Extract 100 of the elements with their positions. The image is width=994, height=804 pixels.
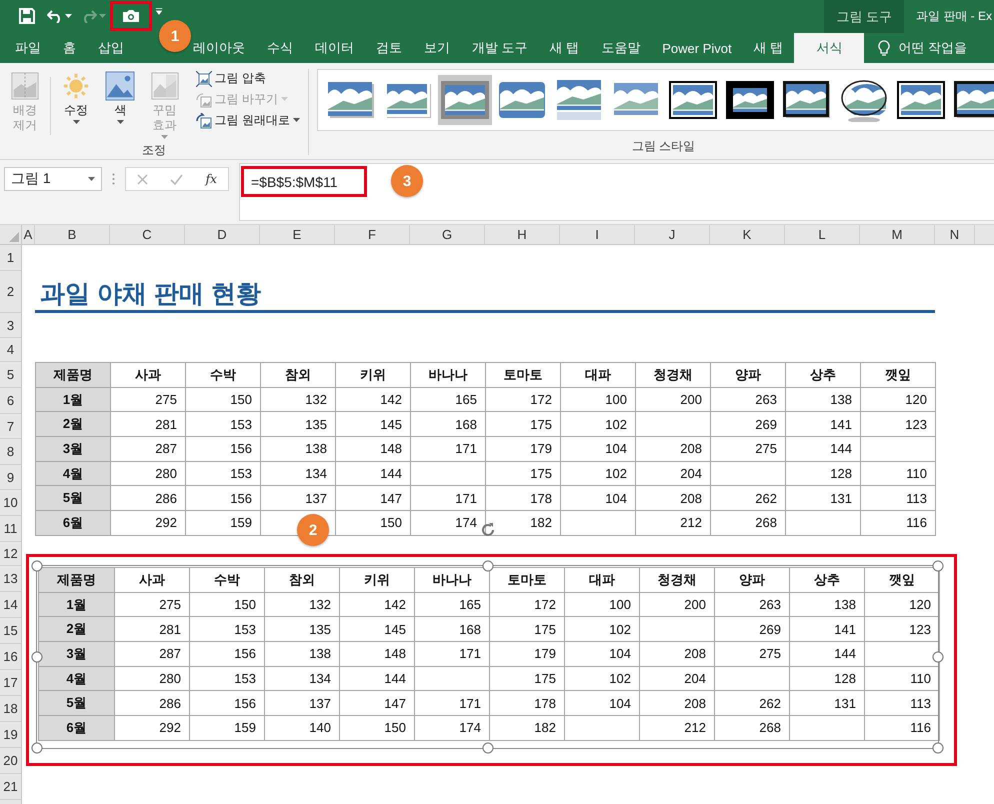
table-cell: 102 — [564, 666, 640, 691]
row-label-cell: 1월 — [36, 387, 110, 412]
column-header[interactable]: N — [935, 225, 975, 244]
name-box[interactable]: 그림 1 — [4, 167, 102, 191]
column-header[interactable]: A — [22, 225, 35, 244]
table-cell: 159 — [190, 716, 264, 740]
row-header[interactable]: 3 — [0, 313, 21, 338]
column-header[interactable]: M — [860, 225, 935, 244]
picture-style-icon — [839, 78, 889, 122]
ribbon-tab[interactable]: Power Pivot — [651, 33, 743, 63]
table-cell: 179 — [486, 436, 560, 462]
row-header[interactable]: 7 — [0, 414, 21, 439]
ribbon-button[interactable]: 그림 압축 — [194, 69, 302, 88]
column-header[interactable]: G — [410, 225, 485, 244]
landscape-icon — [105, 71, 136, 101]
ribbon-tab[interactable]: 서식 — [794, 33, 864, 63]
column-header-cell: 토마토 — [490, 568, 564, 592]
row-header[interactable]: 21 — [0, 774, 21, 800]
ribbon-tab[interactable]: 삽입 — [87, 33, 135, 63]
column-header[interactable]: L — [785, 225, 860, 244]
row-header[interactable]: 10 — [0, 490, 21, 516]
ribbon-button[interactable]: 수정 — [57, 69, 96, 127]
insert-function-button[interactable]: fx — [206, 172, 217, 186]
row-header[interactable]: 8 — [0, 439, 21, 465]
caret-icon — [98, 14, 106, 18]
ribbon-tab[interactable]: 개발 도구 — [461, 33, 539, 63]
row-header[interactable]: 19 — [0, 722, 21, 748]
row-header[interactable]: 14 — [0, 592, 21, 618]
artistic-effects-icon — [150, 71, 180, 101]
ribbon-tab[interactable]: 보기 — [413, 33, 461, 63]
resize-handle[interactable] — [932, 742, 944, 754]
column-header[interactable]: J — [635, 225, 710, 244]
row-header[interactable]: 2 — [0, 271, 21, 313]
ribbon-tab[interactable]: 도움말 — [590, 33, 652, 63]
table-cell: 100 — [564, 592, 640, 617]
row-header[interactable]: 18 — [0, 696, 21, 722]
row-header[interactable]: 11 — [0, 516, 21, 542]
table-cell: 134 — [260, 461, 336, 486]
row-header[interactable]: 9 — [0, 465, 21, 490]
caret-icon — [88, 176, 95, 182]
table-cell: 104 — [564, 642, 640, 666]
table-cell: 120 — [864, 592, 940, 617]
resize-handle[interactable] — [482, 560, 493, 572]
table-cell: 174 — [410, 510, 486, 536]
row-header[interactable]: 16 — [0, 644, 21, 670]
column-header[interactable]: H — [485, 225, 560, 244]
row-label-cell: 4월 — [36, 461, 110, 486]
table-cell: 208 — [640, 642, 714, 666]
table-cell: 144 — [790, 642, 864, 666]
table-cell: 156 — [190, 642, 264, 666]
column-header[interactable]: C — [110, 225, 185, 244]
ribbon-tab[interactable]: 파일 — [4, 33, 52, 63]
column-header[interactable]: D — [185, 225, 260, 244]
table-cell: 131 — [790, 690, 864, 716]
column-header-cell: 상추 — [790, 568, 864, 592]
column-header[interactable]: F — [335, 225, 410, 244]
table-cell: 138 — [260, 436, 336, 462]
picture-style-icon — [554, 78, 604, 122]
save-icon — [19, 8, 35, 24]
ribbon-tab[interactable]: 검토 — [365, 33, 413, 63]
table-cell: 171 — [410, 436, 486, 462]
table-cell: 281 — [110, 412, 186, 437]
column-header[interactable]: E — [260, 225, 335, 244]
column-header-cell: 수박 — [186, 362, 260, 388]
row-header[interactable]: 6 — [0, 388, 21, 414]
resize-handle[interactable] — [32, 560, 42, 572]
ribbon-tab[interactable]: 수식 — [256, 33, 304, 63]
row-header[interactable]: 12 — [0, 542, 21, 566]
table-cell: 292 — [110, 510, 186, 536]
ribbon-button[interactable]: 그림 원래대로 — [194, 111, 302, 130]
resize-handle[interactable] — [32, 652, 42, 662]
resize-handle[interactable] — [32, 742, 42, 754]
row-header[interactable]: 20 — [0, 748, 21, 774]
column-header-cell: 키위 — [340, 568, 414, 592]
tell-me-field[interactable]: 어떤 작업을 — [864, 33, 967, 63]
group-label: 조정 — [142, 142, 166, 159]
column-header[interactable]: K — [710, 225, 785, 244]
ribbon-tab[interactable]: 홈 — [52, 33, 87, 63]
column-header[interactable]: I — [560, 225, 635, 244]
row-label-cell: 6월 — [38, 716, 114, 740]
row-header[interactable]: 5 — [0, 362, 21, 388]
ribbon-button[interactable]: 색 — [101, 69, 140, 127]
row-header[interactable]: 4 — [0, 338, 21, 362]
camera-button[interactable] — [110, 1, 152, 31]
row-header[interactable]: 15 — [0, 618, 21, 644]
resize-handle[interactable] — [932, 560, 944, 572]
ribbon-tab[interactable]: 새 탭 — [742, 33, 794, 63]
table-cell: 280 — [114, 666, 190, 691]
table-cell: 287 — [114, 642, 190, 666]
table-cell: 286 — [110, 486, 186, 511]
row-header[interactable]: 1 — [0, 245, 21, 271]
ribbon-tab[interactable]: 데이터 — [304, 33, 365, 63]
table-cell: 178 — [486, 486, 560, 511]
row-header[interactable]: 17 — [0, 670, 21, 696]
column-header-cell: 참외 — [260, 362, 336, 388]
row-header[interactable]: 13 — [0, 566, 21, 592]
resize-handle[interactable] — [932, 652, 944, 662]
ribbon-tab[interactable]: 새 탭 — [538, 33, 590, 63]
rotate-handle-icon[interactable] — [479, 521, 497, 539]
column-header[interactable]: B — [35, 225, 110, 244]
